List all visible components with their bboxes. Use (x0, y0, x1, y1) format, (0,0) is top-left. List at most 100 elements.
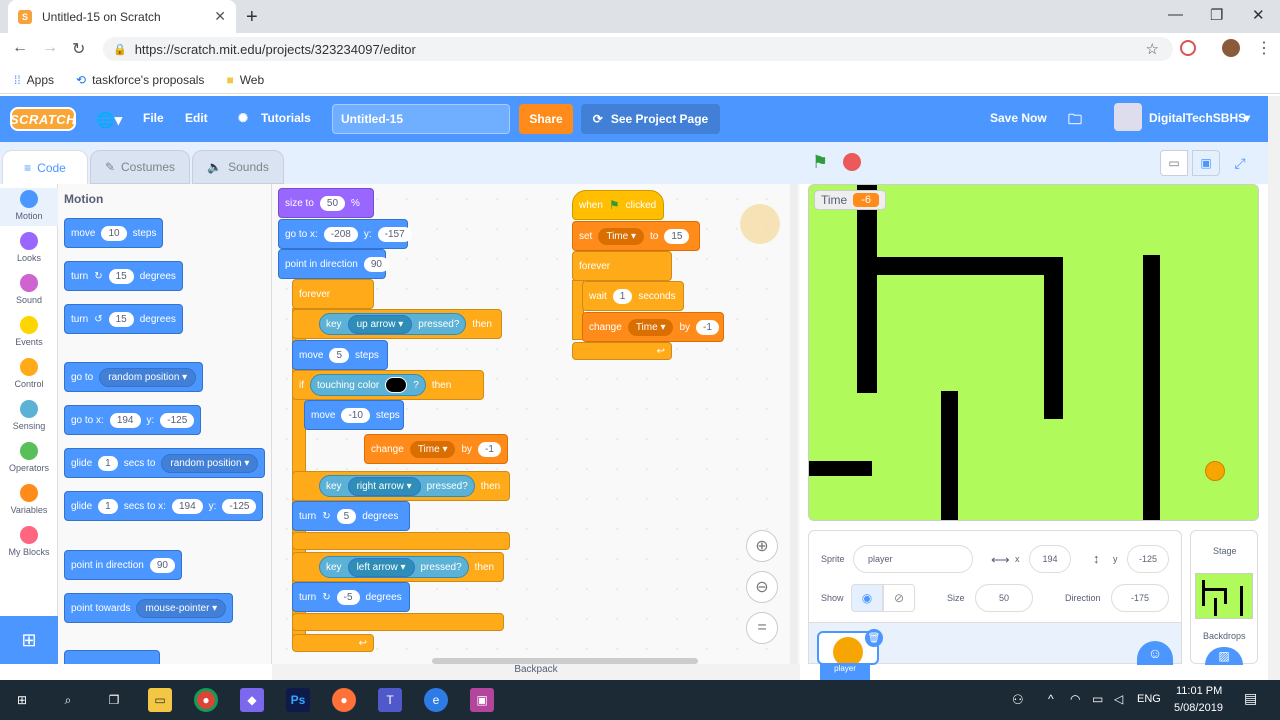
menu-file[interactable]: File (143, 111, 164, 125)
notifications-icon[interactable]: ▤ (1244, 690, 1257, 707)
app2-icon[interactable]: ▣ (470, 688, 494, 712)
task-view-icon[interactable]: ❐ (102, 688, 126, 712)
variable-dropdown[interactable]: Time ▾ (598, 227, 645, 245)
show-visible-icon[interactable]: ◉ (851, 584, 883, 612)
category-operators[interactable]: Operators (0, 442, 58, 473)
change-time-block[interactable]: change Time ▾ by -1 (364, 434, 508, 464)
zoom-reset-button[interactable]: = (746, 612, 778, 644)
set-time-block[interactable]: set Time ▾ to 15 (572, 221, 700, 251)
point-direction-block[interactable]: point in direction 90 (278, 249, 389, 279)
my-stuff-icon[interactable]: 🗀 (1068, 109, 1082, 133)
forever-block-2[interactable]: forever (572, 251, 672, 281)
new-tab-icon[interactable]: + (246, 6, 258, 29)
set-value-input[interactable]: 15 (664, 228, 690, 244)
if-up-block[interactable]: key up arrow ▾ pressed? then (292, 309, 502, 339)
bookmark-taskforce[interactable]: ⟲ taskforce's proposals (76, 73, 204, 87)
category-my-blocks[interactable]: My Blocks (0, 526, 58, 557)
category-control[interactable]: Control (0, 358, 58, 389)
large-stage-icon[interactable]: ▣ (1192, 150, 1220, 176)
stop-icon[interactable] (843, 153, 861, 171)
color-swatch[interactable] (385, 377, 408, 393)
see-project-page-button[interactable]: ⟳ See Project Page (581, 104, 720, 134)
hide-icon[interactable]: ⊘ (883, 584, 915, 612)
palette-point-direction-block[interactable]: point in direction 90 (64, 550, 182, 580)
teams-icon[interactable]: T (378, 688, 402, 712)
palette-point-towards-block[interactable]: point towards mouse-pointer ▾ (64, 593, 234, 623)
degrees-input[interactable]: 5 (336, 508, 357, 524)
stage-selector[interactable]: Stage Backdrops ▨ (1190, 530, 1258, 665)
variable-dropdown[interactable]: Time ▾ (409, 440, 456, 458)
category-sound[interactable]: Sound (0, 274, 58, 305)
palette-turn-right-block[interactable]: turn ↻ 15 degrees (64, 261, 183, 291)
back-icon[interactable]: ← (12, 39, 28, 57)
close-window-icon[interactable]: ✕ (1252, 6, 1265, 24)
volume-icon[interactable]: ◁ (1114, 692, 1123, 706)
maximize-icon[interactable]: ❐ (1210, 6, 1223, 24)
move-5-block[interactable]: move 5 steps (292, 340, 388, 370)
menu-icon[interactable]: ⋮ (1256, 38, 1272, 58)
key-dropdown[interactable]: left arrow ▾ (347, 557, 415, 577)
wait-input[interactable]: 1 (612, 288, 633, 304)
key-pressed-up[interactable]: key up arrow ▾ pressed? (319, 313, 467, 335)
key-dropdown[interactable]: up arrow ▾ (347, 314, 413, 334)
vertical-scrollbar[interactable] (790, 184, 798, 664)
palette-goto-block[interactable]: go to random position ▾ (64, 362, 204, 392)
glide-target-dropdown[interactable]: random position ▾ (161, 453, 259, 473)
palette-turn-left-block[interactable]: turn ↺ 15 degrees (64, 304, 183, 334)
photoshop-icon[interactable]: Ps (286, 688, 310, 712)
browser-icon[interactable]: e (424, 688, 448, 712)
scratch-logo[interactable]: SCRATCH (10, 107, 76, 131)
green-flag-icon[interactable]: ⚑ (812, 152, 828, 173)
goto-xy-block[interactable]: go to x: -208 y: -157 (278, 219, 412, 249)
tab-costumes[interactable]: ✎ Costumes (90, 150, 190, 184)
tab-sounds[interactable]: 🔈 Sounds (192, 150, 284, 184)
time-monitor[interactable]: Time -6 (814, 190, 887, 210)
sprite-name-input[interactable]: player (853, 545, 973, 573)
forever-block[interactable]: forever (292, 279, 374, 309)
forward-icon[interactable]: → (42, 39, 58, 57)
clock-date[interactable]: 5/08/2019 (1174, 702, 1223, 714)
add-backdrop-icon[interactable]: ▨ (1205, 647, 1243, 665)
add-sprite-icon[interactable]: ☺ (1137, 641, 1173, 665)
x-input[interactable]: 194 (109, 412, 141, 428)
windows-start-icon[interactable]: ⊞ (10, 688, 34, 712)
battery-icon[interactable]: ▭ (1092, 692, 1103, 706)
secs-input[interactable]: 1 (98, 455, 118, 471)
change-time-block-2[interactable]: change Time ▾ by -1 (582, 312, 724, 342)
x-input[interactable]: 194 (171, 498, 203, 514)
chrome-icon[interactable]: ● (194, 688, 218, 712)
clock-time[interactable]: 11:01 PM (1176, 685, 1222, 697)
change-value-input[interactable]: -1 (696, 319, 719, 335)
x-input[interactable]: 194 (1029, 545, 1071, 573)
zoom-in-button[interactable]: ⊕ (746, 530, 778, 562)
extension-icon[interactable] (1180, 40, 1196, 56)
key-dropdown[interactable]: right arrow ▾ (347, 476, 421, 496)
size-to-block[interactable]: size to 50% (278, 188, 374, 218)
if-touching-block[interactable]: if touching color? then (292, 370, 484, 400)
stage-canvas[interactable]: Time -6 (808, 184, 1259, 521)
degrees-input[interactable]: 15 (108, 311, 134, 327)
towards-dropdown[interactable]: mouse-pointer ▾ (136, 598, 227, 618)
user-avatar[interactable] (1114, 103, 1142, 131)
profile-avatar[interactable] (1222, 39, 1240, 57)
when-flag-clicked-block[interactable]: when ⚑ clicked (572, 190, 664, 220)
share-button[interactable]: Share (519, 104, 573, 134)
degrees-input[interactable]: 15 (108, 268, 134, 284)
size-input[interactable]: 50 (319, 195, 346, 211)
fullscreen-icon[interactable]: ⤢ (1226, 150, 1254, 176)
steps-input[interactable]: -10 (341, 407, 370, 423)
degrees-input[interactable]: -5 (336, 589, 360, 605)
small-stage-icon[interactable]: ▭ (1160, 150, 1188, 176)
account-dropdown-icon[interactable]: ▾ (1244, 111, 1250, 125)
y-input[interactable]: -125 (160, 412, 195, 428)
variable-dropdown[interactable]: Time ▾ (627, 318, 674, 336)
project-title-input[interactable]: Untitled-15 (332, 104, 510, 134)
wifi-icon[interactable]: ◠ (1070, 692, 1080, 706)
zoom-out-button[interactable]: ⊖ (746, 571, 778, 603)
tab-code[interactable]: ≡ Code (2, 150, 88, 184)
direction-input[interactable]: 90 (363, 256, 389, 272)
category-sensing[interactable]: Sensing (0, 400, 58, 431)
category-events[interactable]: Events (0, 316, 58, 347)
key-pressed-right[interactable]: key right arrow ▾ pressed? (319, 475, 475, 497)
y-input[interactable]: -125 (222, 498, 257, 514)
